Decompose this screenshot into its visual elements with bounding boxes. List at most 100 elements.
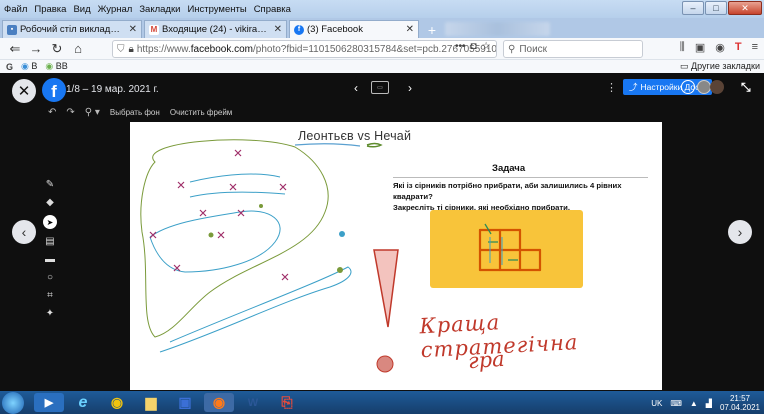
back-button[interactable]: ⇐ <box>6 40 24 58</box>
matchsticks-drawing <box>478 223 542 272</box>
camera-icon[interactable] <box>681 80 695 94</box>
save-icon[interactable]: ▣ <box>170 393 200 412</box>
gmail-icon: M <box>149 24 159 35</box>
menu-edit[interactable]: Правка <box>34 4 66 15</box>
classroom-icon: ▪ <box>7 24 17 35</box>
chrome-icon[interactable]: ◉ <box>102 393 132 412</box>
whiteboard-photo: Леонтьєв vs Нечай Задача Які із сірників… <box>130 122 662 390</box>
expand-icon[interactable]: ⤡ <box>741 80 751 95</box>
bookmark-v[interactable]: ◉ В <box>21 61 37 72</box>
page-actions-icon[interactable]: ••• <box>455 41 466 52</box>
sticky-note-icon[interactable]: ▤ <box>45 236 54 247</box>
tab-close-icon[interactable]: ✕ <box>406 24 414 35</box>
hamburger-menu-icon[interactable]: ≡ <box>752 41 758 54</box>
photo-viewer: ✕ f 1/8 – 19 мар. 2021 г. ‹ ▭ › ⋮ ⤴ Настр… <box>0 73 764 391</box>
menu-bookmarks[interactable]: Закладки <box>139 4 180 15</box>
lock-icon: 🔒︎ <box>128 43 134 55</box>
network-icon[interactable]: ▟ <box>706 399 712 408</box>
sidebar-icon[interactable]: ▣ <box>695 41 705 54</box>
previous-photo-button[interactable]: ‹ <box>12 220 36 244</box>
library-icon[interactable]: ⫼ <box>680 41 685 54</box>
zoom-icon[interactable]: ⚲ ▾ <box>85 107 100 118</box>
tab-teacher-desk[interactable]: ▪ Робочий стіл викладача ✕ <box>2 20 142 38</box>
whiteboard-side-tools: ✎ ◆ ➤ ▤ ▬ ○ ⌗ ✦ <box>40 179 60 319</box>
blurred-tab <box>445 22 550 36</box>
tab-close-icon[interactable]: ✕ <box>129 24 137 35</box>
bookmarks-bar: G ◉ В ◉ ВВ ▭ Другие закладки <box>0 60 764 73</box>
menu-help[interactable]: Справка <box>254 4 291 15</box>
matchstick-puzzle-image <box>430 210 583 288</box>
pocket-icon[interactable]: ◘ <box>471 41 477 52</box>
task-description: Які із сірників потрібно прибрати, аби з… <box>393 181 622 212</box>
menu-file[interactable]: Файл <box>4 4 27 15</box>
media-center-icon[interactable]: ▶ <box>34 393 64 412</box>
facebook-logo-icon[interactable]: f <box>42 78 66 102</box>
redo-icon[interactable]: ↷ <box>66 107 74 118</box>
other-bookmarks[interactable]: ▭ Другие закладки <box>680 61 760 72</box>
internet-explorer-icon[interactable]: e <box>68 393 98 412</box>
home-button[interactable]: ⌂ <box>69 40 87 58</box>
avatar[interactable] <box>697 80 711 94</box>
refresh-button[interactable]: ↻ <box>48 40 66 58</box>
frame-icon[interactable]: ⌗ <box>47 290 53 301</box>
tab-bar: ▪ Робочий стіл викладача ✕ M Входящие (2… <box>0 18 764 38</box>
url-bar[interactable]: ⛉ 🔒︎ https://www. facebook.com/photo?fbid… <box>112 40 497 58</box>
search-input[interactable]: ⚲ Поиск <box>503 40 643 58</box>
start-button[interactable] <box>2 391 24 414</box>
eraser-icon[interactable]: ◆ <box>46 197 54 208</box>
menu-tools[interactable]: Инструменты <box>187 4 246 15</box>
more-options-icon[interactable]: ⋮ <box>606 81 617 94</box>
menu-history[interactable]: Журнал <box>98 4 133 15</box>
avatar[interactable] <box>710 80 724 94</box>
tray-arrow-icon[interactable]: ▲ <box>690 399 698 408</box>
system-tray: UK ⌨ ▲ ▟ 21:57 07.04.2021 <box>651 394 760 412</box>
pdf-icon[interactable]: ⎘ <box>272 393 302 412</box>
extension-icon[interactable]: ◉ <box>715 41 725 54</box>
close-viewer-button[interactable]: ✕ <box>12 79 36 103</box>
bookmark-vv[interactable]: ◉ ВВ <box>45 61 67 72</box>
forward-button[interactable]: → <box>27 40 45 58</box>
clear-frame-button[interactable]: Очистить фрейм <box>170 108 233 117</box>
tab-facebook[interactable]: f (3) Facebook ✕ <box>289 20 419 38</box>
undo-icon[interactable]: ↶ <box>48 107 56 118</box>
file-explorer-icon[interactable]: ▆ <box>136 393 166 412</box>
laser-icon[interactable]: ✦ <box>46 308 54 319</box>
viewer-title: 1/8 – 19 мар. 2021 г. <box>66 84 159 95</box>
translate-icon[interactable]: T <box>735 41 742 54</box>
screen-share-icon[interactable]: ▭ <box>371 81 389 94</box>
shape-icon[interactable]: ○ <box>47 272 53 283</box>
tab-close-icon[interactable]: ✕ <box>274 24 282 35</box>
url-actions: ••• ◘ ☆ <box>455 41 491 52</box>
clock[interactable]: 21:57 07.04.2021 <box>720 394 760 412</box>
maximize-button[interactable]: □ <box>705 1 727 15</box>
folder-icon: ▭ <box>680 61 689 71</box>
menu-view[interactable]: Вид <box>73 4 90 15</box>
toolbar-right: ⫼ ▣ ◉ T ≡ <box>680 41 758 54</box>
new-tab-button[interactable]: + <box>423 22 441 38</box>
pen-icon[interactable]: ✎ <box>46 179 54 190</box>
shield-icon: ⛉ <box>117 43 125 55</box>
bookmark-star-icon[interactable]: ☆ <box>482 41 491 52</box>
close-window-button[interactable]: ✕ <box>728 1 762 15</box>
menu-bar: Файл Правка Вид Журнал Закладки Инструме… <box>0 0 764 18</box>
handwritten-text: гра <box>467 346 506 374</box>
select-cursor-icon[interactable]: ➤ <box>43 215 57 229</box>
task-title: Задача <box>492 163 526 174</box>
divider <box>393 177 648 178</box>
taskbar: ▶ e ◉ ▆ ▣ ◉ W ⎘ UK ⌨ ▲ ▟ 21:57 07.04.202… <box>0 391 764 414</box>
chevron-left-icon[interactable]: ‹ <box>354 81 358 95</box>
word-icon[interactable]: W <box>238 393 268 412</box>
language-indicator[interactable]: UK <box>651 399 662 408</box>
chevron-right-icon[interactable]: › <box>408 81 412 95</box>
minimize-button[interactable]: – <box>682 1 704 15</box>
firefox-icon[interactable]: ◉ <box>204 393 234 412</box>
image-icon[interactable]: ▬ <box>45 254 55 265</box>
tab-gmail[interactable]: M Входящие (24) - vikirasivh@gm ✕ <box>144 20 287 38</box>
choose-background-button[interactable]: Выбрать фон <box>110 108 160 117</box>
next-photo-button[interactable]: › <box>728 220 752 244</box>
search-icon: ⚲ <box>508 43 516 55</box>
bookmark-google[interactable]: G <box>6 62 13 72</box>
whiteboard-toolbar: ↶ ↷ ⚲ ▾ Выбрать фон Очистить фрейм <box>40 102 720 122</box>
facebook-icon: f <box>294 24 304 35</box>
keyboard-icon[interactable]: ⌨ <box>670 399 682 408</box>
